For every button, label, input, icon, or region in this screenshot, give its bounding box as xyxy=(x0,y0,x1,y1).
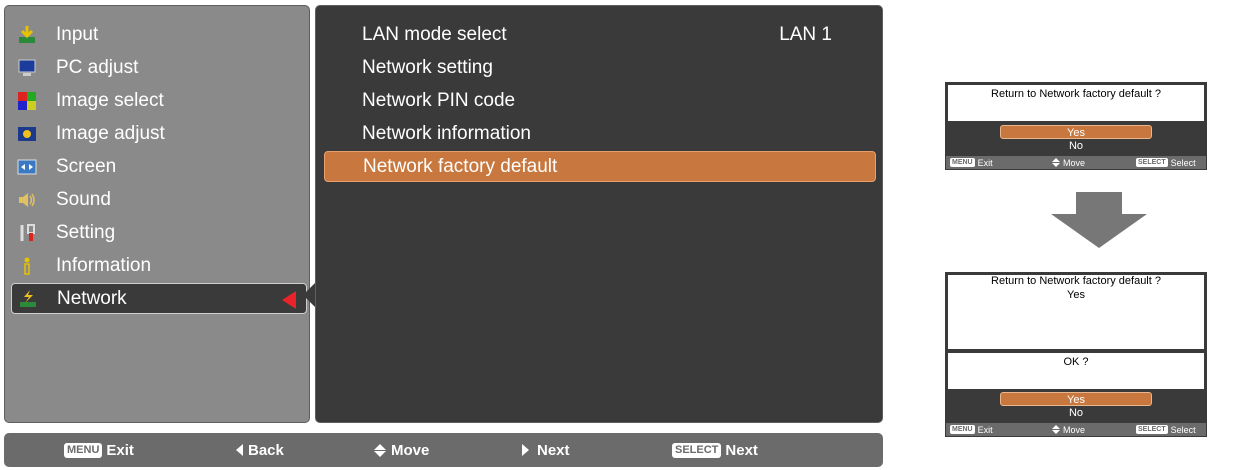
menu-item-label: Image adjust xyxy=(56,122,165,144)
menu-item-label: Image select xyxy=(56,89,164,111)
menu-item-label: Setting xyxy=(56,221,116,243)
menu-item-label: Sound xyxy=(56,188,111,210)
dialog-exit-label: Exit xyxy=(977,424,993,435)
dialog-footer: MENU Exit Move SELECT Select xyxy=(946,156,1206,169)
menu-item-label: PC adjust xyxy=(56,56,139,78)
exit-label: Exit xyxy=(106,441,134,459)
network-icon xyxy=(17,288,39,310)
up-down-arrow-icon xyxy=(1052,158,1060,167)
menu-item-label: Input xyxy=(56,23,99,45)
dialog-yes-option[interactable]: Yes xyxy=(1000,392,1152,406)
dialog-no-option[interactable]: No xyxy=(946,406,1206,420)
next-hint[interactable]: Next xyxy=(522,441,570,459)
exit-hint[interactable]: MENU Exit xyxy=(64,441,134,459)
dialog-yes-option[interactable]: Yes xyxy=(1000,125,1152,139)
menu-item-label: Network xyxy=(57,287,127,309)
dialog-exit-label: Exit xyxy=(977,157,993,168)
dialog-answer: Yes xyxy=(948,287,1204,349)
dialog-select-label: Select xyxy=(1170,424,1196,435)
menu-key-icon: MENU xyxy=(950,425,975,434)
menu-item-image-adjust[interactable]: Image adjust xyxy=(11,118,307,149)
select-next-hint[interactable]: SELECT Next xyxy=(672,441,758,459)
back-hint[interactable]: Back xyxy=(236,441,284,459)
left-arrow-icon xyxy=(236,444,243,456)
submenu-item-lan-mode-select[interactable]: LAN mode select LAN 1 xyxy=(324,19,876,50)
select-next-label: Next xyxy=(725,441,758,459)
select-key-icon: SELECT xyxy=(672,442,722,458)
menu-item-label: Screen xyxy=(56,155,117,177)
screen-icon xyxy=(16,156,38,178)
menu-key-icon: MENU xyxy=(64,442,103,458)
menu-item-setting[interactable]: Setting xyxy=(11,217,307,248)
menu-item-screen[interactable]: Screen xyxy=(11,151,307,182)
submenu-item-label: Network information xyxy=(362,122,531,144)
move-hint: Move xyxy=(374,441,429,459)
submenu-panel: LAN mode select LAN 1 Network setting Ne… xyxy=(315,5,883,423)
lan-mode-value: LAN 1 xyxy=(779,23,832,45)
image-select-icon xyxy=(16,90,38,112)
bottom-help-bar: MENU Exit Back Move Next SELECT Next xyxy=(4,433,883,467)
submenu-item-network-setting[interactable]: Network setting xyxy=(324,52,876,83)
back-label: Back xyxy=(248,441,284,459)
select-key-icon: SELECT xyxy=(1136,158,1168,167)
speaker-icon xyxy=(16,189,38,211)
dialog-question: Return to Network factory default ? xyxy=(948,85,1204,121)
dialog-move-label: Move xyxy=(1063,424,1086,435)
dialog-move-label: Move xyxy=(1063,157,1086,168)
menu-item-information[interactable]: Information xyxy=(11,250,307,281)
monitor-icon xyxy=(16,57,38,79)
submenu-item-network-information[interactable]: Network information xyxy=(324,118,876,149)
selection-arrow-icon xyxy=(282,291,296,309)
menu-key-icon: MENU xyxy=(950,158,975,167)
image-adjust-icon xyxy=(16,123,38,145)
transition-arrow-icon xyxy=(1051,192,1147,248)
up-down-arrow-icon xyxy=(374,443,386,457)
menu-item-pc-adjust[interactable]: PC adjust xyxy=(11,52,307,83)
factory-default-dialog: Return to Network factory default ? Yes … xyxy=(945,82,1207,170)
submenu-item-label: LAN mode select xyxy=(362,23,507,45)
next-label: Next xyxy=(537,441,570,459)
dialog-no-option[interactable]: No xyxy=(946,139,1206,153)
dialog-select-label: Select xyxy=(1170,157,1196,168)
dialog-question: Return to Network factory default ? xyxy=(948,275,1204,287)
right-arrow-icon xyxy=(522,444,529,456)
menu-item-sound[interactable]: Sound xyxy=(11,184,307,215)
dialog-footer: MENU Exit Move SELECT Select xyxy=(946,423,1206,436)
select-key-icon: SELECT xyxy=(1136,425,1168,434)
menu-item-label: Information xyxy=(56,254,152,276)
confirm-dialog: Return to Network factory default ? Yes … xyxy=(945,272,1207,437)
menu-item-input[interactable]: Input xyxy=(11,19,307,50)
menu-item-network[interactable]: Network xyxy=(11,283,307,314)
input-icon xyxy=(16,24,38,46)
up-down-arrow-icon xyxy=(1052,425,1060,434)
tools-icon xyxy=(16,222,38,244)
submenu-item-label: Network setting xyxy=(362,56,493,78)
dialog-confirm-question: OK ? xyxy=(948,353,1204,389)
submenu-item-label: Network PIN code xyxy=(362,89,516,111)
info-icon xyxy=(16,255,38,277)
move-label: Move xyxy=(391,441,430,459)
submenu-item-label: Network factory default xyxy=(363,155,558,177)
menu-item-image-select[interactable]: Image select xyxy=(11,85,307,116)
main-menu-panel: Input PC adjust Image select Image adjus… xyxy=(4,5,310,423)
submenu-item-network-factory-default[interactable]: Network factory default xyxy=(324,151,876,182)
submenu-item-network-pin-code[interactable]: Network PIN code xyxy=(324,85,876,116)
